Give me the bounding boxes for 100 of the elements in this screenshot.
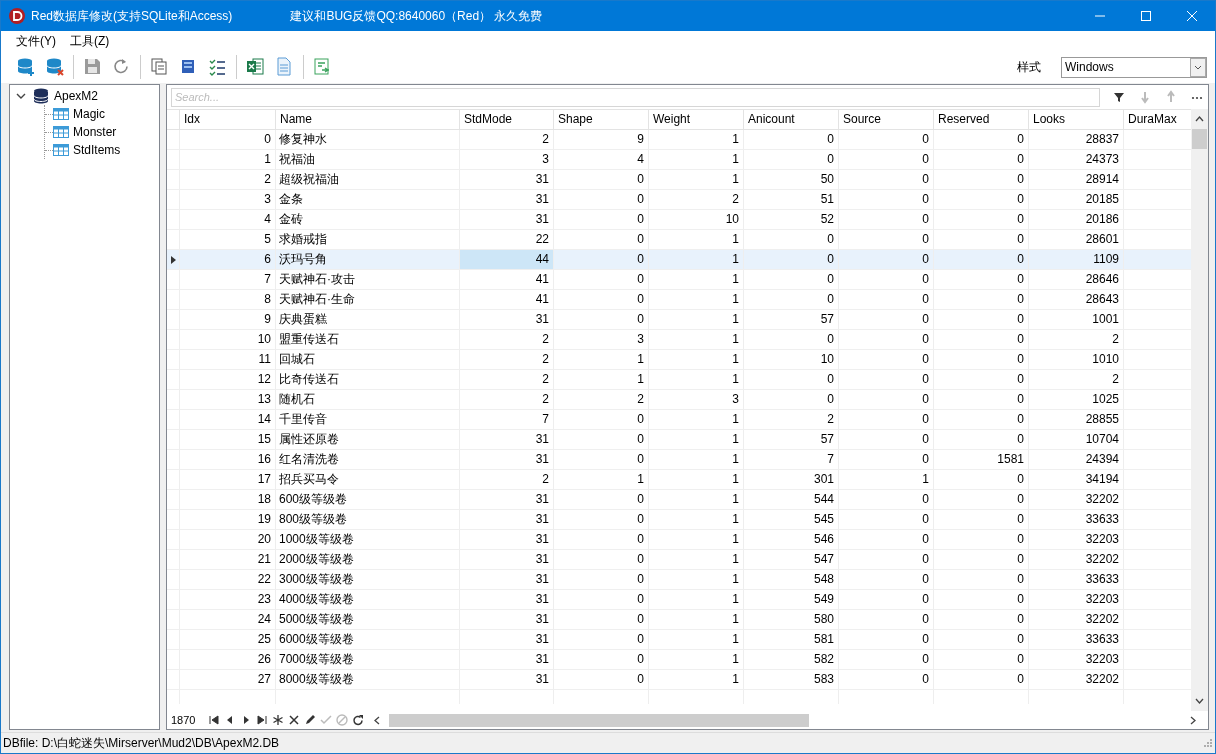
table-row[interactable]: 11 回城石 2 1 1 10 0 0 1010 (167, 350, 1191, 370)
table-cell: 9 (179, 310, 275, 329)
table-row[interactable]: 24 5000级等级卷 31 0 1 580 0 0 32202 (167, 610, 1191, 630)
table-cell: 8000级等级卷 (275, 670, 459, 689)
table-row[interactable]: 0 修复神水 2 9 1 0 0 0 28837 (167, 130, 1191, 150)
table-cell: 0 (933, 190, 1028, 209)
pencil-icon[interactable] (304, 714, 317, 726)
copy-icon[interactable] (150, 57, 169, 77)
spreadsheet-icon[interactable] (246, 57, 265, 77)
column-header[interactable]: Weight (648, 110, 743, 129)
table-cell: 1 (648, 170, 743, 189)
table-row[interactable]: 2 超级祝福油 31 0 1 50 0 0 28914 (167, 170, 1191, 190)
table-row[interactable]: 26 7000级等级卷 31 0 1 582 0 0 32203 (167, 650, 1191, 670)
table-row[interactable]: 12 比奇传送石 2 1 1 0 0 0 2 (167, 370, 1191, 390)
menu-item[interactable]: 工具(Z) (63, 32, 117, 50)
table-row[interactable]: 22 3000级等级卷 31 0 1 548 0 0 33633 (167, 570, 1191, 590)
table-cell: 0 (933, 150, 1028, 169)
table-cell: 2 (459, 370, 553, 389)
search-field[interactable]: Search... (171, 87, 1100, 107)
table-row[interactable]: 17 招兵买马令 2 1 1 301 1 0 34194 (167, 470, 1191, 490)
scrollbar-thumb[interactable] (1192, 129, 1207, 149)
column-header[interactable]: Source (838, 110, 933, 129)
table-cell: 28643 (1028, 290, 1123, 309)
table-cell: 0 (838, 450, 933, 469)
table-cell: 22 (179, 570, 275, 589)
table-row[interactable]: 8 天赋神石·生命 41 0 1 0 0 0 28643 (167, 290, 1191, 310)
table-row[interactable]: 10 盟重传送石 2 3 1 0 0 0 2 (167, 330, 1191, 350)
add-database-icon[interactable] (16, 57, 35, 77)
table-row[interactable]: 23 4000级等级卷 31 0 1 549 0 0 32203 (167, 590, 1191, 610)
table-cell: 580 (743, 610, 838, 629)
tree-item[interactable]: Magic (73, 107, 105, 121)
table-cell: 0 (838, 670, 933, 689)
style-dropdown[interactable]: Windows (1061, 56, 1207, 78)
table-cell: 2 (1028, 330, 1123, 349)
column-header[interactable]: Name (275, 110, 459, 129)
column-header[interactable]: StdMode (459, 110, 553, 129)
table-row[interactable]: 14 千里传音 7 0 1 2 0 0 28855 (167, 410, 1191, 430)
table-cell: 0 (553, 410, 648, 429)
asterisk-icon[interactable] (272, 714, 285, 726)
column-header[interactable]: Anicount (743, 110, 838, 129)
table-row[interactable]: 13 随机石 2 2 3 0 0 0 1025 (167, 390, 1191, 410)
tree-item[interactable]: Monster (73, 125, 117, 139)
table-row[interactable]: 19 800级等级卷 31 0 1 545 0 0 33633 (167, 510, 1191, 530)
table-row[interactable]: 15 属性还原卷 31 0 1 57 0 0 10704 (167, 430, 1191, 450)
table-cell: 1 (648, 370, 743, 389)
remove-database-icon[interactable] (45, 57, 64, 77)
table-cell: 26 (179, 650, 275, 669)
table-row[interactable]: 20 1000级等级卷 31 0 1 546 0 0 32203 (167, 530, 1191, 550)
column-header[interactable]: Idx (179, 110, 275, 129)
delete-icon[interactable] (288, 714, 301, 726)
column-header[interactable]: Reserved (933, 110, 1028, 129)
table-row[interactable]: 4 金砖 31 0 10 52 0 0 20186 (167, 210, 1191, 230)
chevron-down-icon[interactable] (16, 91, 26, 101)
table-cell: 4000级等级卷 (275, 590, 459, 609)
table-cell: 544 (743, 490, 838, 509)
tree-item[interactable]: StdItems (73, 143, 121, 157)
chevron-down-icon[interactable] (1195, 698, 1204, 704)
table-cell: 修复神水 (275, 130, 459, 149)
table-cell: 0 (838, 330, 933, 349)
chevron-up-icon[interactable] (1195, 116, 1204, 122)
table-row[interactable]: 6 沃玛号角 44 0 1 0 0 0 1109 (167, 250, 1191, 270)
table-cell: 0 (933, 250, 1028, 269)
table-cell: 21 (179, 550, 275, 569)
table-row[interactable]: 16 红名清洗卷 31 0 1 7 0 1581 24394 (167, 450, 1191, 470)
table-cell: 0 (933, 370, 1028, 389)
checklist-icon[interactable] (208, 57, 227, 77)
table-cell: 3000级等级卷 (275, 570, 459, 589)
checkmark-icon[interactable] (320, 714, 333, 726)
chevron-right-icon[interactable] (1190, 715, 1196, 725)
tree-item[interactable]: ApexM2 (54, 89, 99, 103)
first-record-icon[interactable] (208, 714, 221, 726)
vertical-scrollbar[interactable] (1191, 109, 1208, 711)
resize-grip-icon[interactable] (1203, 738, 1213, 748)
column-header[interactable]: Shape (553, 110, 648, 129)
table-row[interactable]: 3 金条 31 0 2 51 0 0 20185 (167, 190, 1191, 210)
table-cell: 0 (553, 650, 648, 669)
table-row[interactable]: 18 600级等级卷 31 0 1 544 0 0 32202 (167, 490, 1191, 510)
table-cell: 0 (933, 230, 1028, 249)
table-cell: 4 (553, 150, 648, 169)
table-cell: 3 (553, 330, 648, 349)
table-cell: 2 (1028, 370, 1123, 389)
chevron-left-icon[interactable] (374, 715, 381, 725)
table-cell: 14 (179, 410, 275, 429)
table-cell: 50 (743, 170, 838, 189)
table-row[interactable]: 7 天赋神石·攻击 41 0 1 0 0 0 28646 (167, 270, 1191, 290)
column-header[interactable]: Looks (1028, 110, 1123, 129)
save-icon[interactable] (83, 57, 102, 77)
table-row[interactable]: 27 8000级等级卷 31 0 1 583 0 0 32202 (167, 670, 1191, 690)
filter-icon[interactable] (1112, 90, 1126, 104)
scrollbar-thumb[interactable] (389, 713, 810, 727)
refresh-icon[interactable] (352, 714, 365, 726)
menu-item[interactable]: 文件(Y) (9, 32, 63, 50)
table-row[interactable]: 25 6000级等级卷 31 0 1 581 0 0 33633 (167, 630, 1191, 650)
export-list-icon[interactable] (313, 57, 332, 77)
table-row[interactable]: 9 庆典蛋糕 31 0 1 57 0 0 1001 (167, 310, 1191, 330)
table-cell: 34194 (1028, 470, 1123, 489)
table-cell: 7000级等级卷 (275, 650, 459, 669)
table-row[interactable]: 1 祝福油 3 4 1 0 0 0 24373 (167, 150, 1191, 170)
table-row[interactable]: 21 2000级等级卷 31 0 1 547 0 0 32202 (167, 550, 1191, 570)
last-record-icon[interactable] (256, 714, 269, 726)
